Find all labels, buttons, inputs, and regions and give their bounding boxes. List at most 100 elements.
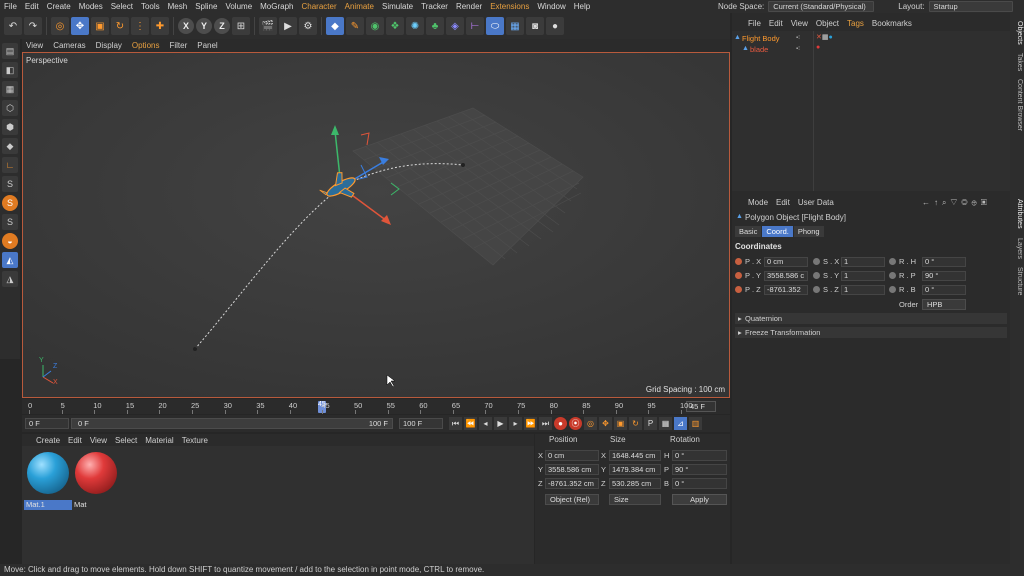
material-swatch[interactable]: Mat [72,450,120,509]
r-p-field[interactable]: 90 ° [922,271,966,281]
obj-edit-menu[interactable]: Edit [769,19,783,28]
live-selection-icon[interactable]: ◎ [51,17,69,35]
end-frame-field[interactable]: 100 F [399,418,443,429]
attr-edit-menu[interactable]: Edit [776,198,790,207]
menu-render[interactable]: Render [452,2,486,11]
viewport-solo-icon[interactable]: ◮ [2,271,18,287]
attr-mode-menu[interactable]: Mode [748,198,768,207]
rotate-tool-icon[interactable]: ↻ [111,17,129,35]
order-dropdown[interactable]: HPB [922,299,966,310]
tags-icon[interactable]: ✕▦● [816,33,833,41]
tab-coord[interactable]: Coord. [762,226,793,237]
soft-selection-icon[interactable]: S [2,195,18,211]
move-tool-icon[interactable]: ✥ [71,17,89,35]
menu-simulate[interactable]: Simulate [378,2,417,11]
edges-mode-icon[interactable]: ⬢ [2,119,18,135]
position-x-field[interactable]: 0 cm [545,450,599,461]
render-settings-icon[interactable]: ⚙ [299,17,317,35]
attr-userdata-menu[interactable]: User Data [798,198,834,207]
timeline-ruler[interactable]: 45 45 F 0 5 10 15 20 25 30 35 40 45 50 55 60 65 70 75 80… [22,399,730,414]
menu-tools[interactable]: Tools [137,2,164,11]
mat-edit-menu[interactable]: Edit [68,436,82,445]
menu-spline[interactable]: Spline [191,2,221,11]
play-icon[interactable]: ▶ [494,417,507,430]
undo-icon[interactable]: ↶ [4,17,22,35]
r-h-field[interactable]: 0 ° [922,257,966,267]
object-row-blade[interactable]: ▲ blade ▪⁝ ● [732,44,1010,55]
display-menu[interactable]: Display [96,41,122,50]
next-key-icon[interactable]: ⏩ [524,417,537,430]
quaternion-section[interactable]: ▸ Quaternion [735,313,1007,324]
layout-dropdown[interactable]: Startup [928,1,1013,12]
menu-volume[interactable]: Volume [221,2,256,11]
animate-dot-icon[interactable] [735,286,742,293]
mat-create-menu[interactable]: Create [36,436,60,445]
key-scale-icon[interactable]: ▣ [614,417,627,430]
menu-mograph[interactable]: MoGraph [256,2,297,11]
cloner-icon[interactable]: ♣ [426,17,444,35]
record-icon[interactable]: ● [554,417,567,430]
scale-tool-icon[interactable]: ▣ [91,17,109,35]
make-editable-icon[interactable]: ▤ [2,43,18,59]
animate-dot-icon[interactable] [813,272,820,279]
menu-mesh[interactable]: Mesh [164,2,192,11]
tab-structure[interactable]: Structure [1011,267,1023,295]
x-axis-lock-icon[interactable]: X [178,18,194,34]
previous-frame-icon[interactable]: ◂ [479,417,492,430]
floor-icon[interactable]: ▦ [506,17,524,35]
menu-help[interactable]: Help [570,2,594,11]
start-frame-field[interactable]: 0 F [25,418,69,429]
frame-range-slider[interactable]: 0 F 100 F [71,418,393,429]
render-view-icon[interactable]: 🎬 [259,17,277,35]
key-parameter-icon[interactable]: P [644,417,657,430]
view-menu[interactable]: View [26,41,43,50]
tab-layers[interactable]: Layers [1011,238,1023,259]
animate-dot-icon[interactable] [889,286,896,293]
obj-object-menu[interactable]: Object [816,19,839,28]
cube-icon[interactable]: ◆ [326,17,344,35]
attribute-nav-icons[interactable]: ←↑⌕▽◎⊕▣ [922,198,991,208]
go-to-start-icon[interactable]: ⏮ [449,417,462,430]
material-tag-icon[interactable]: ● [816,44,820,51]
coordinate-mode-dropdown[interactable]: Object (Rel) [545,494,599,505]
panel-menu[interactable]: Panel [197,41,217,50]
tab-attributes[interactable]: Attributes [1011,199,1023,229]
timeline-icon[interactable]: ⊿ [674,417,687,430]
z-axis-lock-icon[interactable]: Z [214,18,230,34]
freeze-transformation-section[interactable]: ▸ Freeze Transformation [735,327,1007,338]
menu-modes[interactable]: Modes [75,2,107,11]
points-mode-icon[interactable]: ⬡ [2,100,18,116]
s-z-field[interactable]: 1 [841,285,885,295]
add-tool-icon[interactable]: ✚ [151,17,169,35]
texture-mode-icon[interactable]: ▦ [2,81,18,97]
menu-window[interactable]: Window [533,2,569,11]
object-row-flight-body[interactable]: ▲ Flight Body ▪⁝ ✕▦● [732,33,1010,44]
obj-view-menu[interactable]: View [791,19,808,28]
s-y-field[interactable]: 1 [841,271,885,281]
animate-dot-icon[interactable] [889,258,896,265]
visibility-icon[interactable]: ▪⁝ [796,45,800,52]
p-y-field[interactable]: 3558.586 c [764,271,808,281]
locked-workplane-icon[interactable]: ◒ [2,233,18,249]
joint-icon[interactable]: ⊢ [466,17,484,35]
rotation-b-field[interactable]: 0 ° [672,478,727,489]
perspective-viewport[interactable]: Perspective Y Z X Grid Spacing : 100 cm … [22,52,730,398]
polygons-mode-icon[interactable]: ◆ [2,138,18,154]
model-mode-icon[interactable]: ◧ [2,62,18,78]
field-icon[interactable]: ◈ [446,17,464,35]
mat-select-menu[interactable]: Select [115,436,137,445]
y-axis-lock-icon[interactable]: Y [196,18,212,34]
rotation-h-field[interactable]: 0 ° [672,450,727,461]
mat-material-menu[interactable]: Material [145,436,173,445]
rotation-p-field[interactable]: 90 ° [672,464,727,475]
solo-icon[interactable]: ◭ [2,252,18,268]
options-menu[interactable]: Options [132,41,160,50]
key-rotation-icon[interactable]: ↻ [629,417,642,430]
camera-icon[interactable]: ◙ [526,17,544,35]
light-icon[interactable]: ● [546,17,564,35]
array-icon[interactable]: ❖ [386,17,404,35]
visibility-icon[interactable]: ▪⁝ [796,34,800,41]
menu-edit[interactable]: Edit [21,2,43,11]
tab-content-browser[interactable]: Content Browser [1011,79,1023,131]
axis-mode-icon[interactable]: ∟ [2,157,18,173]
